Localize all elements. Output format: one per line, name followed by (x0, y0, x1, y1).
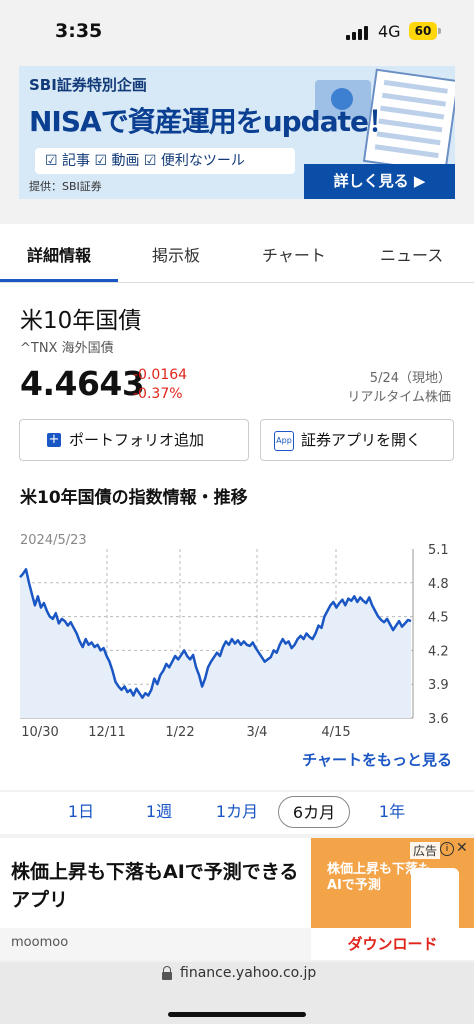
active-tab-indicator (0, 279, 118, 282)
info-icon[interactable]: i (440, 842, 454, 856)
x-tick-label: 4/15 (321, 725, 350, 740)
bottom-ad[interactable]: 株価上昇も下落もAIで予測できるアプリ moomoo 株価上昇も下落も AIで予… (0, 838, 474, 960)
series-area (20, 569, 411, 718)
range-1m[interactable]: 1カ月 (205, 796, 269, 828)
tab-bar: 詳細情報 掲示板 チャート ニュース (0, 224, 474, 283)
browser-url-bar[interactable]: finance.yahoo.co.jp (0, 962, 474, 1024)
banner-provider: 提供：SBI証券 (29, 180, 102, 193)
url-text: finance.yahoo.co.jp (180, 965, 317, 981)
status-time: 3:35 (55, 20, 103, 42)
network-type: 4G (378, 22, 401, 41)
range-selector: 1日 1週 1カ月 6カ月 1年 (0, 792, 474, 834)
ad-brand-bar: moomoo (0, 928, 311, 960)
chart-date-label: 2024/5/23 (20, 533, 87, 548)
quote-date: 5/24（現地） (369, 371, 451, 386)
ad-download-button[interactable]: ダウンロード (311, 928, 474, 960)
instrument-ticker: ^TNX 海外国債 (20, 341, 114, 356)
range-1d[interactable]: 1日 (55, 796, 107, 828)
range-1w[interactable]: 1週 (133, 796, 185, 828)
x-tick-label: 12/11 (88, 725, 125, 740)
realtime-label: リアルタイム株価 (347, 390, 451, 405)
y-tick-label: 5.1 (428, 543, 449, 558)
y-tick-label: 4.8 (428, 577, 449, 592)
y-tick-label: 3.6 (428, 712, 449, 727)
banner-features: ☑ 記事 ☑ 動画 ☑ 便利なツール (35, 148, 295, 174)
signal-icon (346, 26, 368, 40)
x-tick-label: 10/30 (21, 725, 58, 740)
banner-cta-button[interactable]: 詳しく見る ▶ (304, 164, 455, 199)
open-app-label: 証券アプリを開く (301, 431, 422, 449)
x-tick-label: 3/4 (247, 725, 268, 740)
tab-news[interactable]: ニュース (380, 242, 443, 266)
section-title: 米10年国債の指数情報・推移 (20, 488, 248, 508)
y-tick-label: 4.2 (428, 644, 449, 659)
ad-headline: 株価上昇も下落もAIで予測できるアプリ (11, 861, 299, 911)
y-tick-label: 4.5 (428, 611, 449, 626)
tab-chart[interactable]: チャート (262, 242, 326, 266)
quote-panel: 詳細情報 掲示板 チャート ニュース 米10年国債 ^TNX 海外国債 4.46… (0, 224, 474, 790)
app-icon: App (274, 431, 294, 451)
range-1y[interactable]: 1年 (368, 796, 416, 828)
ad-brand: moomoo (11, 935, 69, 950)
battery-icon: 60 (409, 22, 437, 40)
home-indicator (168, 1012, 306, 1017)
add-portfolio-label: ポートフォリオ追加 (69, 431, 205, 449)
more-chart-link[interactable]: チャートをもっと見る (302, 749, 452, 770)
current-price: 4.4643 (20, 364, 145, 403)
price-change: -0.0164 (133, 367, 188, 383)
instrument-name: 米10年国債 (20, 308, 142, 334)
tab-details[interactable]: 詳細情報 (27, 242, 91, 266)
range-6m[interactable]: 6カ月 (278, 796, 350, 828)
open-app-button[interactable]: App 証券アプリを開く (260, 419, 454, 461)
battery-cap (438, 28, 441, 34)
plus-icon: + (47, 432, 61, 447)
banner-main-text: NISAで資産運用をupdate！ (29, 105, 396, 138)
ad-label: 広告 (410, 842, 441, 859)
lock-icon (162, 966, 172, 980)
status-bar: 3:35 4G 60 (0, 0, 474, 62)
promo-banner[interactable]: SBI証券特別企画 NISAで資産運用をupdate！ ☑ 記事 ☑ 動画 ☑ … (19, 66, 455, 199)
price-chart[interactable]: 2024/5/23 5.1 4.8 4.5 4.2 3.9 3.6 10/30 12/11 1/2… (0, 524, 474, 754)
tab-board[interactable]: 掲示板 (152, 242, 200, 266)
x-tick-label: 1/22 (165, 725, 194, 740)
chart-svg: 2024/5/23 5.1 4.8 4.5 4.2 3.9 3.6 10/30 12/11 1/2… (19, 533, 449, 740)
ad-image-line2: AIで予測 (327, 878, 381, 893)
banner-heading: SBI証券特別企画 (29, 76, 147, 94)
y-tick-label: 3.9 (428, 678, 449, 693)
phone-illustration (411, 868, 459, 928)
price-change-percent: -0.37% (133, 386, 183, 402)
close-icon[interactable]: ✕ (456, 840, 468, 856)
add-portfolio-button[interactable]: + ポートフォリオ追加 (19, 419, 249, 461)
